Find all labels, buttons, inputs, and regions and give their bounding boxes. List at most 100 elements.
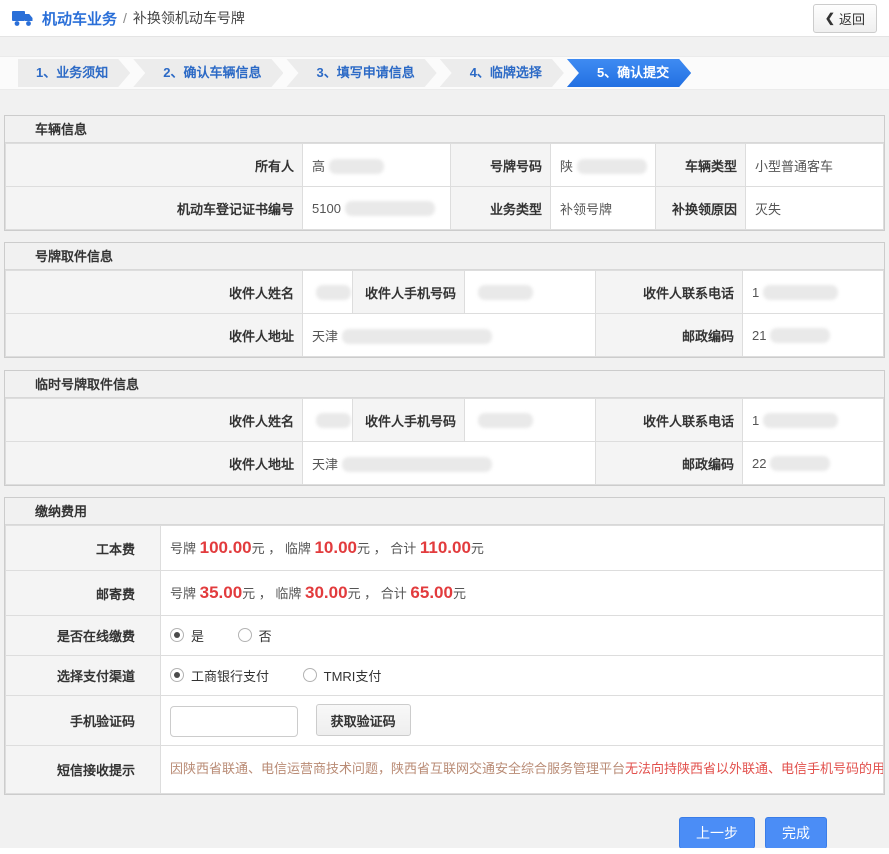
- radio-unselected-icon[interactable]: [238, 628, 252, 642]
- recipient-phone-label: 收件人联系电话: [596, 399, 743, 442]
- recipient-mobile-label: 收件人手机号码: [353, 271, 465, 314]
- fee-text: 元 ， 合计: [348, 586, 411, 601]
- table-row: 是否在线缴费 是 否: [6, 616, 884, 656]
- radio-selected-icon[interactable]: [170, 668, 184, 682]
- postal-code-label: 邮政编码: [596, 442, 743, 485]
- plate-pickup-card: 号牌取件信息 收件人姓名 收件人手机号码 收件人联系电话 1 收件人地址 天津 …: [4, 242, 885, 358]
- vehicle-info-title: 车辆信息: [5, 116, 884, 143]
- previous-step-button[interactable]: 上一步: [679, 817, 755, 849]
- online-payment-no-option[interactable]: 否: [238, 626, 272, 645]
- postal-code-value: 22: [743, 442, 884, 485]
- step-3-application-info[interactable]: 3、填写申请信息: [286, 59, 436, 87]
- vehicle-info-table: 所有人 高 号牌号码 陕 车辆类型 小型普通客车 机动车登记证书编号 5100 …: [5, 143, 884, 230]
- tmri-payment-option[interactable]: TMRI支付: [303, 666, 382, 685]
- notice-segment: 因陕西省联通、电信运营商技术问题，陕西省互联网交通安全综合服务管理平台: [170, 761, 625, 776]
- registration-cert-label: 机动车登记证书编号: [6, 187, 303, 230]
- breadcrumb-separator: /: [123, 10, 127, 26]
- online-payment-options: 是 否: [161, 616, 884, 656]
- plate-pickup-table: 收件人姓名 收件人手机号码 收件人联系电话 1 收件人地址 天津 邮政编码 21: [5, 270, 884, 357]
- recipient-phone-label: 收件人联系电话: [596, 271, 743, 314]
- recipient-phone-value: 1: [743, 399, 884, 442]
- icbc-payment-option[interactable]: 工商银行支付: [170, 666, 269, 685]
- sms-captcha-input[interactable]: [170, 706, 298, 737]
- recipient-name-value: [303, 271, 353, 314]
- table-row: 短信接收提示 因陕西省联通、电信运营商技术问题，陕西省互联网交通安全综合服务管理…: [6, 746, 884, 794]
- recipient-mobile-label: 收件人手机号码: [353, 399, 465, 442]
- owner-label: 所有人: [6, 144, 303, 187]
- redacted-blur: [316, 413, 351, 428]
- sms-notice-label: 短信接收提示: [6, 746, 161, 794]
- vehicle-info-card: 车辆信息 所有人 高 号牌号码 陕 车辆类型 小型普通客车 机动车登记证书编号 …: [4, 115, 885, 231]
- truck-icon: [12, 10, 34, 27]
- fee-amount: 110.00: [420, 538, 471, 557]
- recipient-mobile-value: [465, 271, 596, 314]
- temp-plate-pickup-card: 临时号牌取件信息 收件人姓名 收件人手机号码 收件人联系电话 1 收件人地址 天…: [4, 370, 885, 486]
- top-bar: 机动车业务 / 补换领机动车号牌 ❮ 返回: [0, 0, 889, 37]
- breadcrumb-root[interactable]: 机动车业务: [42, 8, 117, 29]
- replace-reason-value: 灭失: [746, 187, 884, 230]
- fee-text: 元 ， 合计: [357, 541, 420, 556]
- radio-selected-icon[interactable]: [170, 628, 184, 642]
- footer-actions: 上一步 完成: [0, 795, 889, 849]
- redacted-blur: [763, 413, 838, 428]
- fee-amount: 100.00: [200, 538, 252, 557]
- recipient-name-label: 收件人姓名: [6, 399, 303, 442]
- recipient-address-value: 天津: [303, 314, 596, 357]
- redacted-blur: [345, 201, 435, 216]
- redacted-blur: [478, 285, 533, 300]
- fees-title: 缴纳费用: [5, 498, 884, 525]
- table-row: 收件人姓名 收件人手机号码 收件人联系电话 1: [6, 271, 884, 314]
- get-captcha-button[interactable]: 获取验证码: [316, 704, 411, 736]
- online-payment-no-label: 否: [259, 626, 272, 645]
- business-type-value: 补领号牌: [551, 187, 656, 230]
- redacted-blur: [577, 159, 647, 174]
- sms-notice-text: 因陕西省联通、电信运营商技术问题，陕西省互联网交通安全综合服务管理平台无法向持陕…: [161, 746, 884, 794]
- online-payment-label: 是否在线缴费: [6, 616, 161, 656]
- online-payment-yes-option[interactable]: 是: [170, 626, 204, 645]
- sms-captcha-label: 手机验证码: [6, 696, 161, 746]
- table-row: 收件人地址 天津 邮政编码 21: [6, 314, 884, 357]
- redacted-blur: [342, 457, 492, 472]
- redacted-blur: [478, 413, 533, 428]
- back-button[interactable]: ❮ 返回: [813, 4, 877, 33]
- fee-text: 元: [471, 541, 484, 556]
- fee-text: 号牌: [170, 586, 200, 601]
- radio-unselected-icon[interactable]: [303, 668, 317, 682]
- sms-captcha-row: 获取验证码: [161, 696, 884, 746]
- finish-button[interactable]: 完成: [765, 817, 827, 849]
- online-payment-yes-label: 是: [191, 626, 204, 645]
- recipient-mobile-value: [465, 399, 596, 442]
- business-type-label: 业务类型: [451, 187, 551, 230]
- step-1-notice[interactable]: 1、业务须知: [18, 59, 130, 87]
- postal-code-value: 21: [743, 314, 884, 357]
- table-row: 收件人地址 天津 邮政编码 22: [6, 442, 884, 485]
- fee-text: 元 ， 临牌: [242, 586, 305, 601]
- bottom-strip: [0, 848, 889, 854]
- plate-pickup-title: 号牌取件信息: [5, 243, 884, 270]
- table-row: 选择支付渠道 工商银行支付 TMRI支付: [6, 656, 884, 696]
- table-row: 收件人姓名 收件人手机号码 收件人联系电话 1: [6, 399, 884, 442]
- vehicle-type-value: 小型普通客车: [746, 144, 884, 187]
- recipient-name-label: 收件人姓名: [6, 271, 303, 314]
- step-wizard: 1、业务须知 2、确认车辆信息 3、填写申请信息 4、临牌选择 5、确认提交: [0, 56, 889, 90]
- redacted-blur: [763, 285, 838, 300]
- table-row: 邮寄费 号牌 35.00元 ， 临牌 30.00元 ， 合计 65.00元: [6, 571, 884, 616]
- step-5-confirm-submit[interactable]: 5、确认提交: [567, 59, 691, 87]
- step-2-confirm-vehicle[interactable]: 2、确认车辆信息: [133, 59, 283, 87]
- vehicle-type-label: 车辆类型: [656, 144, 746, 187]
- fee-amount: 30.00: [305, 583, 348, 602]
- registration-cert-value: 5100: [303, 187, 451, 230]
- recipient-address-label: 收件人地址: [6, 314, 303, 357]
- step-4-temp-plate[interactable]: 4、临牌选择: [440, 59, 564, 87]
- table-row: 工本费 号牌 100.00元 ， 临牌 10.00元 ， 合计 110.00元: [6, 526, 884, 571]
- redacted-blur: [342, 329, 492, 344]
- fees-card: 缴纳费用 工本费 号牌 100.00元 ， 临牌 10.00元 ， 合计 110…: [4, 497, 885, 795]
- replace-reason-label: 补换领原因: [656, 187, 746, 230]
- plate-number-value: 陕: [551, 144, 656, 187]
- cost-fee-label: 工本费: [6, 526, 161, 571]
- fee-text: 元: [453, 586, 466, 601]
- table-row: 机动车登记证书编号 5100 业务类型 补领号牌 补换领原因 灭失: [6, 187, 884, 230]
- recipient-address-value: 天津: [303, 442, 596, 485]
- fee-amount: 10.00: [314, 538, 357, 557]
- redacted-blur: [329, 159, 384, 174]
